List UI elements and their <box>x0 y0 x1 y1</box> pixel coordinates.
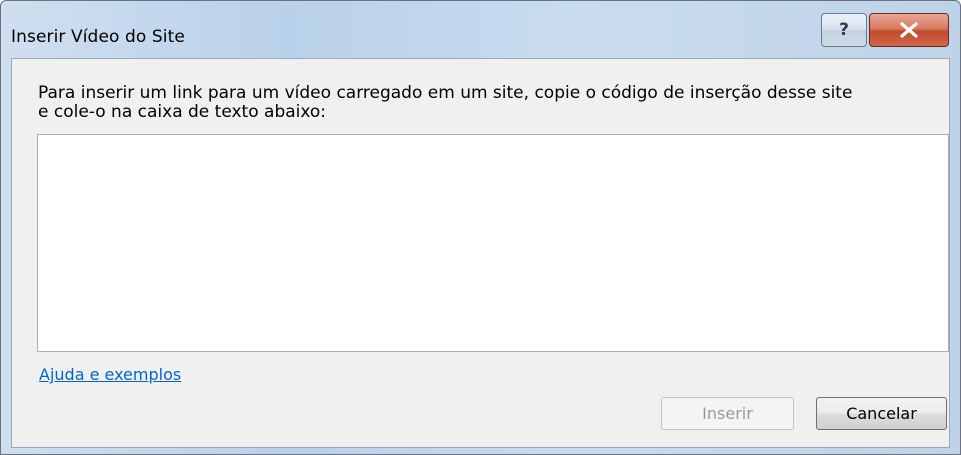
help-icon: ? <box>839 20 849 40</box>
insert-button[interactable]: Inserir <box>661 397 794 430</box>
dialog-window: Inserir Vídeo do Site ? Para inserir um … <box>0 0 961 455</box>
insert-button-label: Inserir <box>702 404 753 423</box>
cancel-button[interactable]: Cancelar <box>816 397 947 430</box>
help-examples-link[interactable]: Ajuda e exemplos <box>39 365 181 384</box>
cancel-button-label: Cancelar <box>846 404 917 423</box>
title-bar[interactable]: Inserir Vídeo do Site ? <box>1 1 960 53</box>
dialog-body: Para inserir um link para um vídeo carre… <box>11 58 950 448</box>
close-icon <box>900 22 918 38</box>
embed-code-input[interactable] <box>37 134 949 352</box>
help-button[interactable]: ? <box>821 13 867 47</box>
close-button[interactable] <box>869 13 949 47</box>
instructions-text: Para inserir um link para um vídeo carre… <box>38 83 853 122</box>
dialog-title: Inserir Vídeo do Site <box>11 27 185 47</box>
